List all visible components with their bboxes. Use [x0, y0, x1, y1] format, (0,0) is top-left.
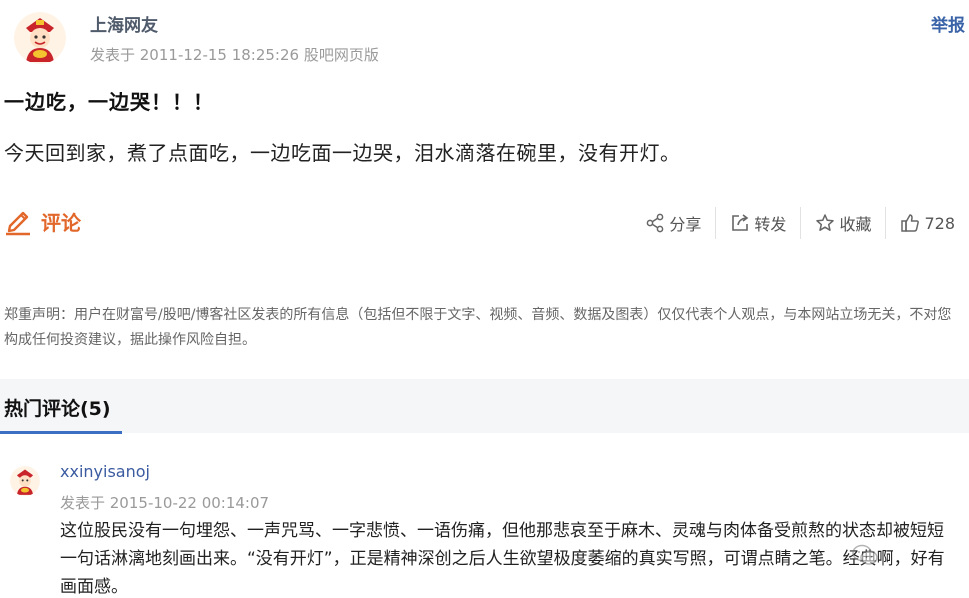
thumbs-up-icon [901, 214, 920, 232]
favorite-label: 收藏 [839, 215, 872, 234]
favorite-button[interactable]: 收藏 [801, 211, 885, 235]
forward-label: 转发 [754, 215, 787, 234]
hot-comments-tab[interactable]: 热门评论(5) [4, 394, 111, 421]
hot-comments-header [0, 379, 969, 433]
share-icon [647, 213, 664, 233]
like-button[interactable]: 728 [886, 213, 955, 233]
like-count: 728 [924, 213, 955, 233]
star-icon [816, 214, 835, 231]
report-link[interactable]: 举报 [931, 11, 965, 36]
wechat-icon [852, 544, 878, 565]
post-body: 今天回到家，煮了点面吃，一边吃面一边哭，泪水滴落在碗里，没有开灯。 [4, 141, 681, 165]
comment-text: 这位股民没有一句埋怨、一声咒骂、一字悲愤、一语伤痛，但他那悲哀至于麻木、灵魂与肉… [60, 521, 945, 597]
tab-underline [0, 431, 122, 434]
post-title: 一边吃，一边哭！！！ [4, 90, 214, 114]
share-label: 分享 [669, 215, 702, 234]
watermark [852, 544, 878, 566]
share-button[interactable]: 分享 [631, 211, 715, 235]
comment-timestamp: 发表于 2015-10-22 00:14:07 [60, 494, 270, 512]
post-author-name[interactable]: 上海网友 [90, 11, 158, 36]
comment-label: 评论 [41, 210, 81, 235]
forward-button[interactable]: 转发 [716, 211, 800, 235]
post-timestamp: 发表于 2011-12-15 18:25:26 股吧网页版 [90, 46, 379, 64]
commenter-avatar[interactable] [10, 466, 40, 496]
post-action-bar: 分享 转发 收藏 728 [631, 206, 955, 240]
author-avatar[interactable] [14, 12, 66, 64]
commenter-name[interactable]: xxinyisanoj [60, 462, 150, 481]
pencil-icon [6, 211, 30, 236]
disclaimer-text: 郑重声明：用户在财富号/股吧/博客社区发表的所有信息（包括但不限于文字、视频、音… [4, 307, 952, 348]
comment-button[interactable]: 评论 [4, 206, 81, 236]
forward-icon [732, 214, 749, 231]
